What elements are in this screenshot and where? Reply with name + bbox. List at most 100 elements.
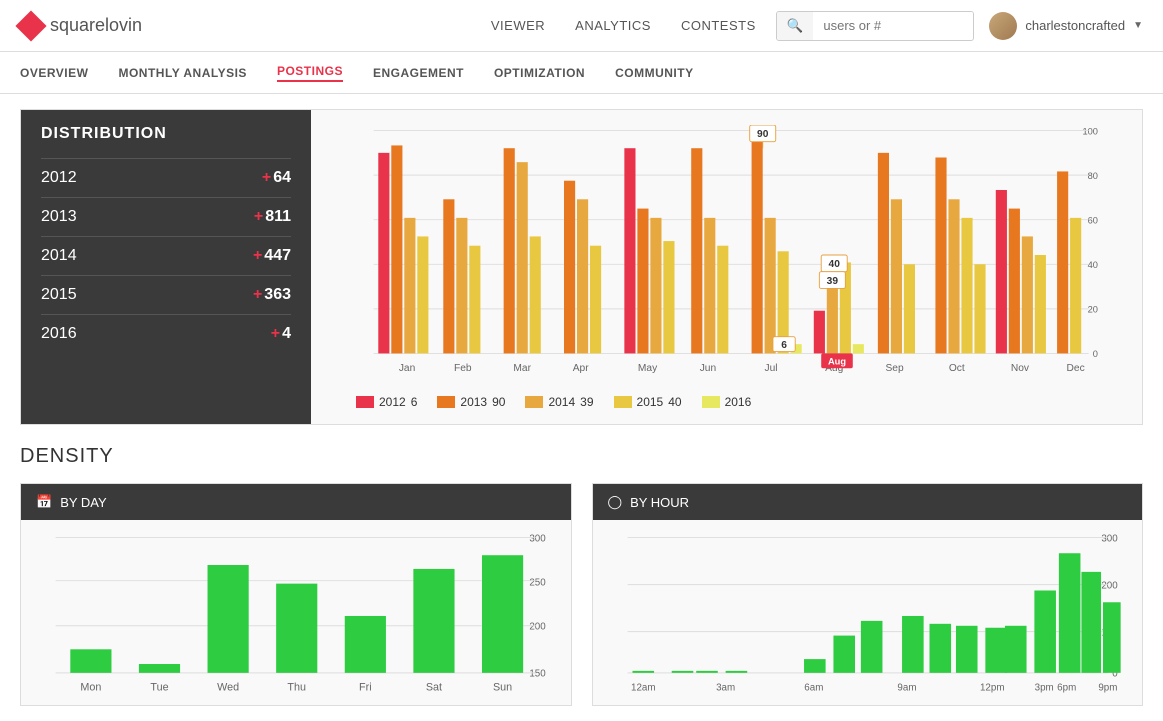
dropdown-arrow-icon: ▼ [1133, 20, 1143, 31]
dist-year-2016: 2016 [41, 325, 77, 343]
by-day-body: 300 250 200 150 [21, 520, 571, 705]
nav-analytics[interactable]: ANALYTICS [575, 18, 651, 33]
svg-text:Oct: Oct [949, 363, 965, 374]
density-title: DENSITY [20, 445, 1143, 468]
nav-contests[interactable]: CONTESTS [681, 18, 756, 33]
legend-2015: 2015 40 [614, 395, 682, 409]
search-button[interactable]: 🔍 [777, 12, 814, 40]
legend-color-2015 [614, 396, 632, 408]
legend-2016: 2016 [702, 395, 752, 409]
svg-text:Sat: Sat [426, 681, 442, 693]
distribution-section: DISTRIBUTION 2012 +64 2013 +811 2014 +44… [20, 109, 1143, 425]
svg-text:Thu: Thu [287, 681, 306, 693]
svg-text:250: 250 [529, 578, 546, 589]
legend-count-2014: 39 [580, 395, 593, 409]
svg-text:Feb: Feb [454, 363, 472, 374]
svg-text:40: 40 [829, 259, 841, 270]
bar-chart-area: 100 80 60 40 20 0 [311, 110, 1142, 424]
main-nav: VIEWER ANALYTICS CONTESTS [491, 18, 756, 33]
svg-text:3pm: 3pm [1034, 682, 1053, 693]
svg-text:Aug: Aug [828, 357, 846, 367]
main-content: DISTRIBUTION 2012 +64 2013 +811 2014 +44… [0, 94, 1163, 721]
legend-count-2015: 40 [668, 395, 681, 409]
chart-legend: 2012 6 2013 90 2014 39 2015 40 [326, 395, 1127, 409]
calendar-icon: 📅 [36, 494, 52, 510]
svg-text:100: 100 [1082, 126, 1097, 136]
legend-2013: 2013 90 [437, 395, 505, 409]
plus-icon: + [262, 169, 271, 186]
svg-text:12am: 12am [631, 682, 656, 693]
legend-count-2012: 6 [411, 395, 418, 409]
dist-year-2013: 2013 [41, 208, 77, 226]
by-day-label: BY DAY [60, 495, 106, 510]
dist-year-2012: 2012 [41, 169, 77, 187]
avatar-image [989, 12, 1017, 40]
dist-row-2013: 2013 +811 [41, 197, 291, 236]
legend-year-2014: 2014 [548, 395, 575, 409]
svg-text:Sun: Sun [493, 681, 512, 693]
svg-text:Mon: Mon [80, 681, 101, 693]
svg-text:200: 200 [529, 622, 546, 633]
svg-text:6am: 6am [804, 682, 823, 693]
header: squarelovin VIEWER ANALYTICS CONTESTS 🔍 … [0, 0, 1163, 52]
clock-icon: ◯ [608, 494, 623, 510]
svg-text:Fri: Fri [359, 681, 372, 693]
svg-text:3am: 3am [716, 682, 735, 693]
svg-text:Dec: Dec [1067, 363, 1085, 374]
legend-color-2014 [525, 396, 543, 408]
svg-text:300: 300 [529, 533, 546, 544]
by-day-header: 📅 BY DAY [21, 484, 571, 520]
svg-text:40: 40 [1088, 260, 1098, 270]
subnav-postings[interactable]: POSTINGS [277, 64, 343, 82]
legend-color-2013 [437, 396, 455, 408]
subnav-overview[interactable]: OVERVIEW [20, 66, 88, 80]
plus-icon: + [271, 325, 280, 342]
legend-color-2016 [702, 396, 720, 408]
svg-text:May: May [638, 363, 658, 374]
user-menu[interactable]: charlestoncrafted ▼ [989, 12, 1143, 40]
legend-year-2016: 2016 [725, 395, 752, 409]
dist-row-2015: 2015 +363 [41, 275, 291, 314]
nav-viewer[interactable]: VIEWER [491, 18, 545, 33]
subnav-optimization[interactable]: OPTIMIZATION [494, 66, 585, 80]
avatar [989, 12, 1017, 40]
by-hour-header: ◯ BY HOUR [593, 484, 1143, 520]
subnav-community[interactable]: COMMUNITY [615, 66, 694, 80]
search-input[interactable] [813, 12, 973, 39]
distribution-panel: DISTRIBUTION 2012 +64 2013 +811 2014 +44… [21, 110, 311, 424]
legend-year-2015: 2015 [637, 395, 664, 409]
dist-year-2014: 2014 [41, 247, 77, 265]
legend-2012: 2012 6 [356, 395, 417, 409]
svg-text:12pm: 12pm [979, 682, 1004, 693]
dist-year-2015: 2015 [41, 286, 77, 304]
plus-icon: + [254, 208, 263, 225]
svg-text:Jul: Jul [765, 363, 778, 374]
logo-diamond-icon [15, 10, 46, 41]
bar-chart-svg: 100 80 60 40 20 0 [326, 125, 1127, 385]
plus-icon: + [253, 247, 262, 264]
svg-text:Jan: Jan [399, 363, 416, 374]
distribution-title: DISTRIBUTION [41, 125, 291, 143]
svg-text:6pm: 6pm [1057, 682, 1076, 693]
svg-text:Nov: Nov [1011, 363, 1030, 374]
legend-count-2013: 90 [492, 395, 505, 409]
dist-count-2015: +363 [253, 286, 291, 304]
by-day-panel: 📅 BY DAY 300 250 200 150 [20, 483, 572, 706]
by-hour-body: 300 200 100 0 [593, 520, 1143, 705]
svg-text:Sep: Sep [885, 363, 903, 374]
by-hour-panel: ◯ BY HOUR 300 200 100 0 [592, 483, 1144, 706]
svg-text:80: 80 [1088, 171, 1098, 181]
svg-text:Tue: Tue [150, 681, 168, 693]
svg-text:39: 39 [827, 276, 839, 287]
svg-text:Mar: Mar [513, 363, 531, 374]
dist-row-2012: 2012 +64 [41, 158, 291, 197]
legend-year-2012: 2012 [379, 395, 406, 409]
density-panels: 📅 BY DAY 300 250 200 150 [20, 483, 1143, 706]
svg-text:0: 0 [1093, 349, 1098, 359]
svg-text:300: 300 [1101, 533, 1118, 544]
subnav-engagement[interactable]: ENGAGEMENT [373, 66, 464, 80]
subnav-monthly[interactable]: MONTHLY ANALYSIS [118, 66, 246, 80]
dist-count-2013: +811 [254, 208, 291, 226]
svg-text:6: 6 [781, 340, 787, 351]
by-day-chart: 300 250 200 150 [36, 530, 556, 700]
